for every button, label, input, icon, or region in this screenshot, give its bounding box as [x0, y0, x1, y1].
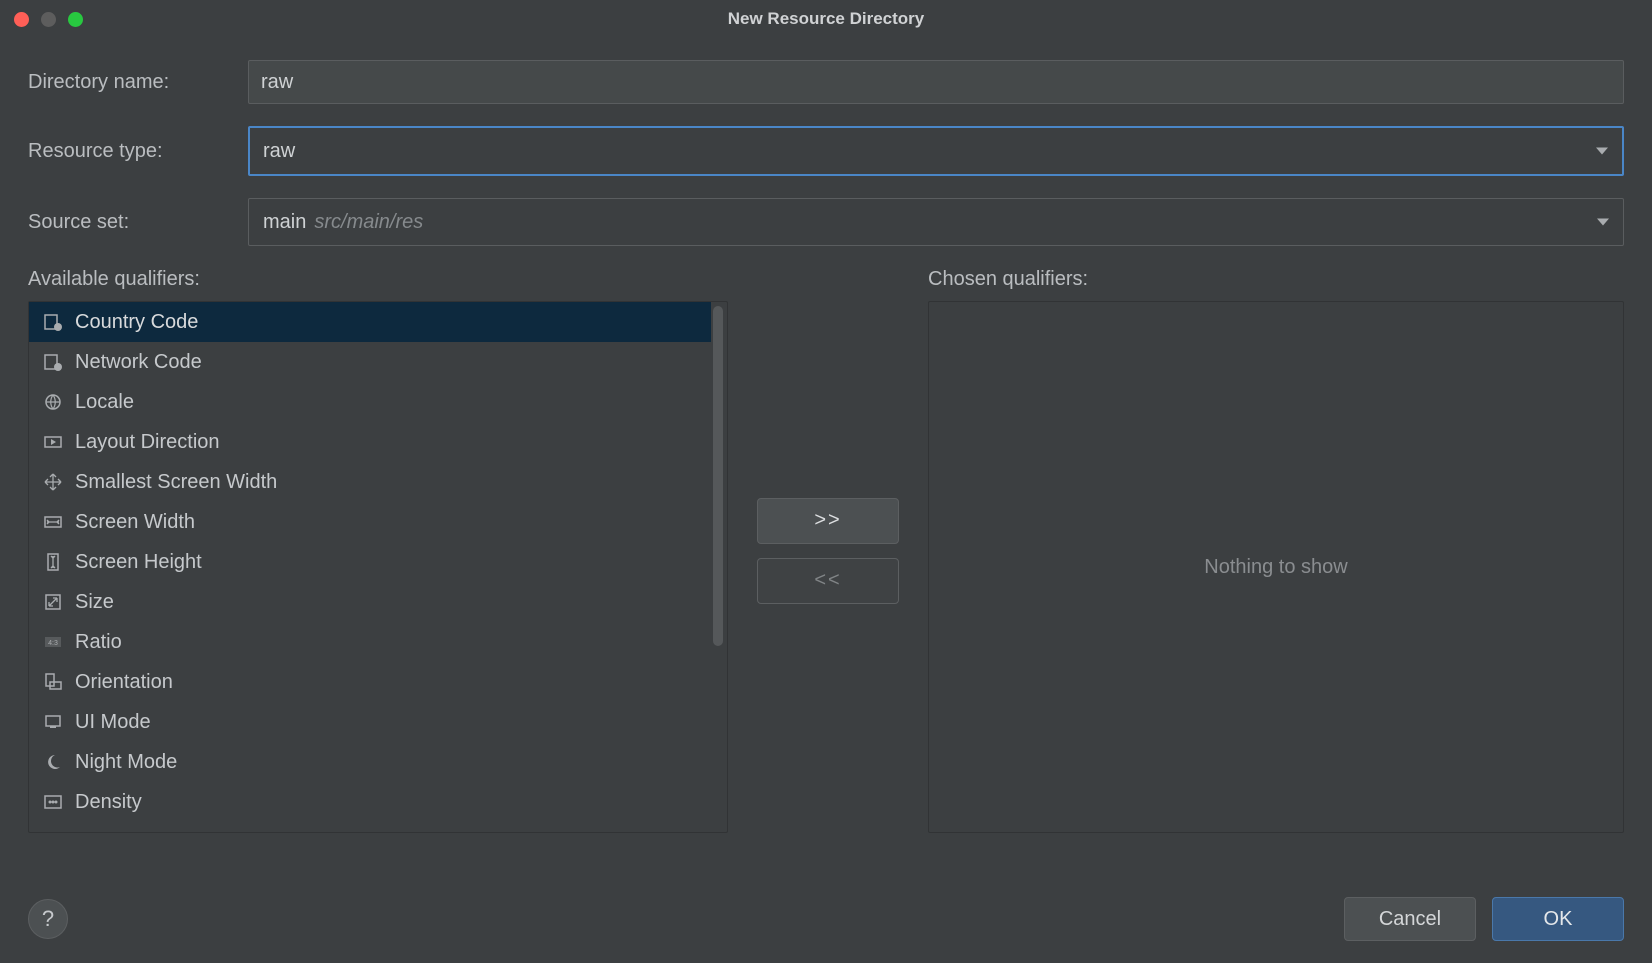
svg-text:4:3: 4:3 — [48, 640, 58, 647]
qualifier-label: Ratio — [75, 631, 122, 654]
qualifier-item[interactable]: Density — [29, 782, 711, 822]
network-code-icon — [43, 352, 63, 372]
chevron-down-icon — [1596, 148, 1608, 155]
chosen-empty-text: Nothing to show — [1204, 556, 1347, 579]
size-icon — [43, 592, 63, 612]
qualifier-label: Density — [75, 791, 142, 814]
screen-width-icon — [43, 512, 63, 532]
qualifier-item[interactable]: Screen Height — [29, 542, 711, 582]
window-zoom-button[interactable] — [68, 12, 83, 27]
window-close-button[interactable] — [14, 12, 29, 27]
qualifier-label: UI Mode — [75, 711, 151, 734]
qualifier-item[interactable]: Night Mode — [29, 742, 711, 782]
dialog-title: New Resource Directory — [0, 9, 1652, 29]
qualifier-item[interactable]: Size — [29, 582, 711, 622]
density-icon — [43, 792, 63, 812]
qualifier-label: Network Code — [75, 351, 202, 374]
qualifier-label: Screen Width — [75, 511, 195, 534]
qualifier-label: Screen Height — [75, 551, 202, 574]
window-minimize-button[interactable] — [41, 12, 56, 27]
resource-type-value: raw — [263, 140, 295, 163]
qualifier-label: Night Mode — [75, 751, 177, 774]
remove-qualifier-button[interactable]: << — [757, 558, 899, 604]
locale-icon — [43, 392, 63, 412]
qualifier-item[interactable]: Smallest Screen Width — [29, 462, 711, 502]
country-code-icon — [43, 312, 63, 332]
directory-name-input[interactable] — [248, 60, 1624, 104]
screen-height-icon — [43, 552, 63, 572]
add-qualifier-button[interactable]: >> — [757, 498, 899, 544]
chosen-qualifiers-list[interactable]: Nothing to show — [928, 301, 1624, 833]
night-mode-icon — [43, 752, 63, 772]
qualifier-item[interactable]: Layout Direction — [29, 422, 711, 462]
qualifier-label: Locale — [75, 391, 134, 414]
source-set-dropdown[interactable]: main src/main/res — [248, 198, 1624, 246]
layout-direction-icon — [43, 432, 63, 452]
cancel-button[interactable]: Cancel — [1344, 897, 1476, 941]
available-qualifiers-list[interactable]: Country Code Network Code Locale Layout Dir… — [28, 301, 728, 833]
source-set-path: src/main/res — [314, 211, 423, 234]
available-qualifiers-label: Available qualifiers: — [28, 268, 728, 291]
qualifier-label: Orientation — [75, 671, 173, 694]
qualifier-item[interactable]: Country Code — [29, 302, 711, 342]
qualifier-label: Layout Direction — [75, 431, 220, 454]
source-set-label: Source set: — [28, 211, 248, 234]
title-bar: New Resource Directory — [0, 0, 1652, 38]
directory-name-label: Directory name: — [28, 71, 248, 94]
orientation-icon — [43, 672, 63, 692]
ok-button[interactable]: OK — [1492, 897, 1624, 941]
chosen-qualifiers-label: Chosen qualifiers: — [928, 268, 1624, 291]
qualifier-item[interactable]: Screen Width — [29, 502, 711, 542]
help-button[interactable]: ? — [28, 899, 68, 939]
scrollbar-thumb[interactable] — [713, 306, 723, 646]
qualifier-item[interactable]: UI Mode — [29, 702, 711, 742]
resource-type-dropdown[interactable]: raw — [248, 126, 1624, 176]
qualifier-item[interactable]: 4:3 Ratio — [29, 622, 711, 662]
ratio-icon: 4:3 — [43, 632, 63, 652]
ui-mode-icon — [43, 712, 63, 732]
qualifier-label: Size — [75, 591, 114, 614]
smallest-width-icon — [43, 472, 63, 492]
qualifier-label: Country Code — [75, 311, 198, 334]
scrollbar[interactable] — [711, 302, 727, 832]
resource-type-label: Resource type: — [28, 140, 248, 163]
qualifier-item[interactable]: Network Code — [29, 342, 711, 382]
source-set-value: main — [263, 211, 306, 234]
window-controls — [14, 12, 83, 27]
qualifier-label: Smallest Screen Width — [75, 471, 277, 494]
qualifier-item[interactable]: Orientation — [29, 662, 711, 702]
chevron-down-icon — [1597, 219, 1609, 226]
qualifier-item[interactable]: Locale — [29, 382, 711, 422]
